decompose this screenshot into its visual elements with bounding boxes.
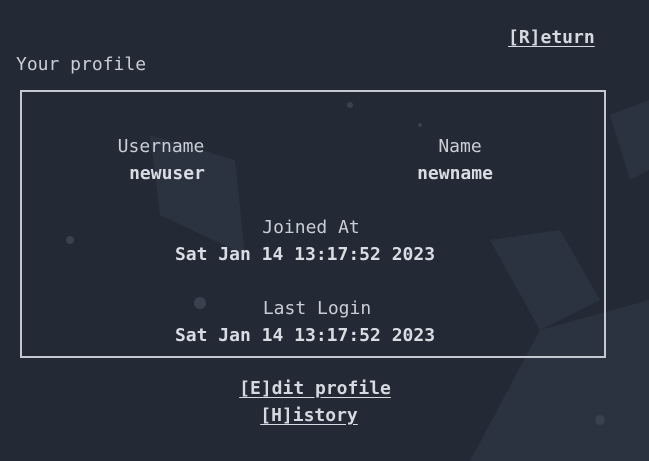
profile-card: Username newuser Name newname Joined At … <box>20 90 606 358</box>
return-link[interactable]: [R]eturn <box>508 27 595 48</box>
username-label: Username <box>117 136 205 157</box>
username-value: newuser <box>129 163 205 184</box>
name-value: newname <box>417 163 493 184</box>
history-link[interactable]: [H]istory <box>260 405 358 426</box>
planet-edge-shape <box>610 100 649 180</box>
star-dot <box>595 415 605 425</box>
edit-profile-link[interactable]: [E]dit profile <box>239 378 391 399</box>
last-login-value: Sat Jan 14 13:17:52 2023 <box>174 325 436 346</box>
name-label: Name <box>438 136 482 157</box>
page-title: Your profile <box>16 54 147 75</box>
joined-at-label: Joined At <box>262 217 360 238</box>
joined-at-value: Sat Jan 14 13:17:52 2023 <box>174 244 436 265</box>
last-login-label: Last Login <box>262 298 372 319</box>
